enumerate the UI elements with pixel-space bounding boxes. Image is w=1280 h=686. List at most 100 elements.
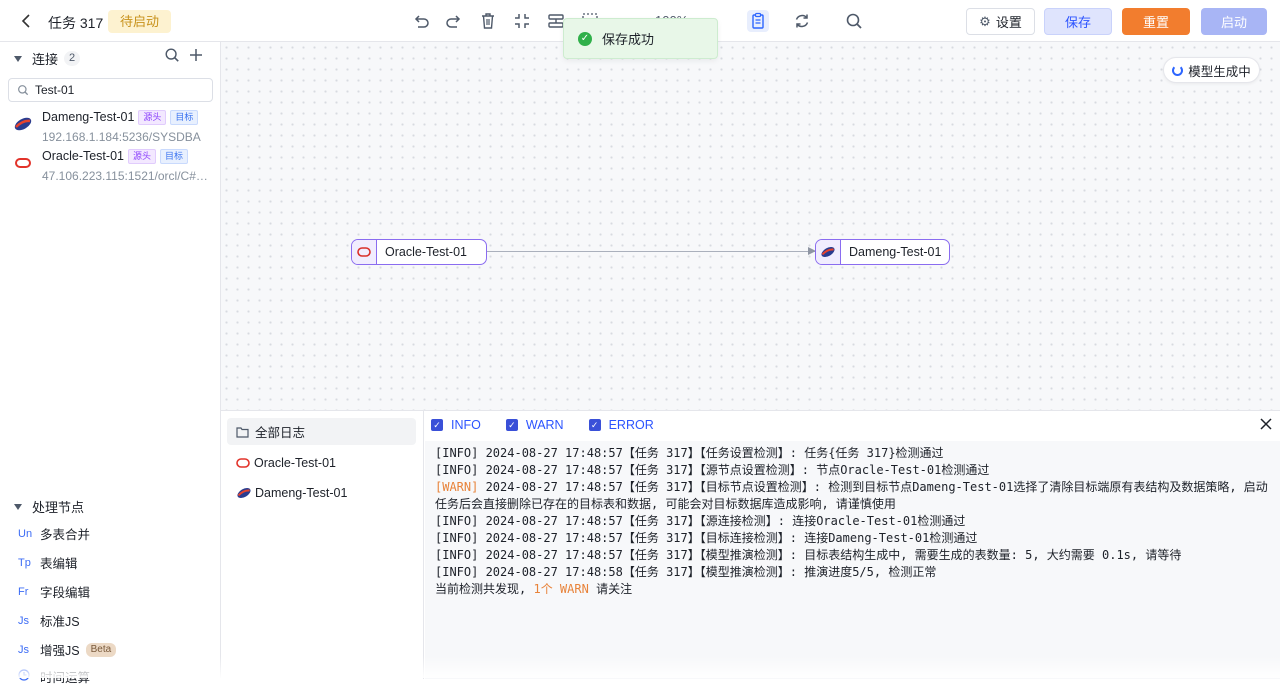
filter-warn[interactable]: ✓ WARN — [506, 418, 564, 432]
connection-name: Dameng-Test-01源头目标 — [42, 110, 198, 125]
connection-address: 192.168.1.184:5236/SYSDBA — [42, 130, 212, 144]
field-edit-icon: Fr — [18, 586, 40, 598]
table-edit-icon: Tp — [18, 557, 40, 569]
proc-node-label: 增强JS — [40, 640, 80, 659]
search-value: Test-01 — [35, 83, 74, 97]
dag-canvas[interactable] — [221, 42, 1280, 410]
proc-node-label: 字段编辑 — [40, 582, 90, 601]
reset-button[interactable]: 重置 — [1122, 8, 1190, 35]
plus-icon[interactable] — [188, 47, 204, 68]
filter-error[interactable]: ✓ ERROR — [589, 418, 654, 432]
settings-label: 设置 — [996, 12, 1022, 31]
connection-item-oracle[interactable]: Oracle-Test-01源头目标 47.106.223.115:1521/o… — [12, 149, 217, 185]
log-source-label: Oracle-Test-01 — [254, 456, 336, 470]
js-icon: Js — [18, 615, 40, 627]
log-source-all[interactable]: 全部日志 — [227, 418, 416, 445]
log-panel: 全部日志 Oracle-Test-01 Dameng-Test-01 ✓ INFO… — [221, 410, 1280, 678]
status-badge: 待启动 — [108, 10, 171, 33]
log-line: [INFO] 2024-08-27 17:48:57【任务 317】【源连接检测… — [435, 513, 1272, 530]
connections-title: 连接 — [32, 49, 58, 68]
model-status-label: 模型生成中 — [1188, 61, 1251, 80]
toast-message: 保存成功 — [602, 29, 654, 48]
search-icon[interactable] — [844, 11, 864, 31]
connections-count: 2 — [64, 51, 80, 66]
checkbox-checked-icon: ✓ — [431, 419, 443, 431]
log-summary: 当前检测共发现, 1个 WARN 请关注 — [435, 581, 1272, 598]
processing-section-header[interactable]: 处理节点 — [14, 497, 84, 516]
connection-name: Oracle-Test-01源头目标 — [42, 149, 188, 164]
caret-down-icon — [14, 504, 22, 510]
union-icon: Un — [18, 528, 40, 540]
proc-node-label: 标准JS — [40, 611, 80, 630]
target-node[interactable]: Dameng-Test-01 — [815, 239, 950, 265]
close-icon[interactable] — [1260, 417, 1272, 435]
fit-view-icon[interactable] — [512, 11, 532, 31]
processing-title: 处理节点 — [32, 497, 84, 516]
refresh-icon[interactable] — [792, 11, 812, 31]
oracle-logo-icon — [236, 458, 250, 468]
log-source-label: 全部日志 — [255, 422, 305, 441]
dameng-logo-icon — [12, 113, 34, 135]
check-circle-icon: ✓ — [578, 32, 592, 46]
redo-icon[interactable] — [444, 11, 464, 31]
log-level-filters: ✓ INFO ✓ WARN ✓ ERROR — [431, 418, 679, 432]
proc-node-standard-js[interactable]: Js 标准JS — [18, 611, 80, 630]
proc-node-label: 多表合并 — [40, 524, 90, 543]
folder-icon — [236, 426, 249, 438]
search-icon — [17, 84, 29, 96]
edge-line[interactable] — [486, 251, 816, 252]
caret-down-icon — [14, 56, 22, 62]
log-panel-icon[interactable] — [747, 10, 769, 32]
oracle-logo-icon — [12, 152, 34, 174]
settings-button[interactable]: ⚙ 设置 — [966, 8, 1035, 35]
save-button[interactable]: 保存 — [1044, 8, 1112, 35]
search-icon[interactable] — [164, 47, 180, 68]
filter-label: ERROR — [609, 418, 654, 432]
proc-node-table-edit[interactable]: Tp 表编辑 — [18, 553, 78, 572]
checkbox-checked-icon: ✓ — [589, 419, 601, 431]
gear-icon: ⚙ — [979, 14, 991, 30]
connection-address: 47.106.223.115:1521/orcl/C##TA... — [42, 169, 212, 183]
log-content: [INFO] 2024-08-27 17:48:57【任务 317】【任务设置检… — [425, 441, 1280, 679]
dameng-logo-icon — [816, 240, 841, 264]
beta-badge: Beta — [86, 643, 117, 657]
source-node-label: Oracle-Test-01 — [385, 245, 467, 259]
proc-node-enhanced-js[interactable]: Js 增强JS Beta — [18, 640, 116, 659]
proc-node-union[interactable]: Un 多表合并 — [18, 524, 90, 543]
proc-node-field-edit[interactable]: Fr 字段编辑 — [18, 582, 90, 601]
source-node[interactable]: Oracle-Test-01 — [351, 239, 487, 265]
model-status-badge: 模型生成中 — [1163, 57, 1260, 83]
log-sources: 全部日志 Oracle-Test-01 Dameng-Test-01 — [221, 411, 424, 679]
connections-section-header[interactable]: 连接 2 — [14, 49, 80, 68]
undo-icon[interactable] — [411, 11, 431, 31]
log-source-oracle[interactable]: Oracle-Test-01 — [227, 449, 416, 476]
log-line: [WARN] 2024-08-27 17:48:57【任务 317】【目标节点设… — [435, 479, 1272, 513]
proc-node-time-calc[interactable]: 时间运算 — [18, 667, 90, 686]
left-sidebar: 连接 2 Test-01 Dameng-Test-01源头目标 192.168.… — [0, 42, 221, 678]
loading-spinner-icon — [1172, 65, 1183, 76]
filter-label: WARN — [526, 418, 564, 432]
back-arrow-icon[interactable] — [18, 12, 34, 30]
js-icon: Js — [18, 644, 40, 656]
filter-label: INFO — [451, 418, 481, 432]
checkbox-checked-icon: ✓ — [506, 419, 518, 431]
connection-item-dameng[interactable]: Dameng-Test-01源头目标 192.168.1.184:5236/SY… — [12, 110, 217, 146]
oracle-logo-icon — [352, 240, 377, 264]
connection-search-input[interactable]: Test-01 — [8, 78, 213, 102]
proc-node-label: 时间运算 — [40, 667, 90, 686]
log-line: [INFO] 2024-08-27 17:48:57【任务 317】【模型推演检… — [435, 547, 1272, 564]
dameng-logo-icon — [236, 485, 252, 501]
log-line: [INFO] 2024-08-27 17:48:57【任务 317】【目标连接检… — [435, 530, 1272, 547]
warn-count[interactable]: 1个 WARN — [533, 582, 588, 596]
success-toast: ✓ 保存成功 — [563, 18, 718, 59]
log-line: [INFO] 2024-08-27 17:48:57【任务 317】【任务设置检… — [435, 445, 1272, 462]
clock-icon — [18, 669, 40, 684]
task-title[interactable]: 任务 317 — [48, 13, 103, 33]
log-source-dameng[interactable]: Dameng-Test-01 — [227, 479, 416, 506]
delete-icon[interactable] — [478, 11, 498, 31]
log-source-label: Dameng-Test-01 — [255, 486, 347, 500]
log-line: [INFO] 2024-08-27 17:48:57【任务 317】【源节点设置… — [435, 462, 1272, 479]
log-line: [INFO] 2024-08-27 17:48:58【任务 317】【模型推演检… — [435, 564, 1272, 581]
filter-info[interactable]: ✓ INFO — [431, 418, 481, 432]
start-button[interactable]: 启动 — [1201, 8, 1267, 35]
